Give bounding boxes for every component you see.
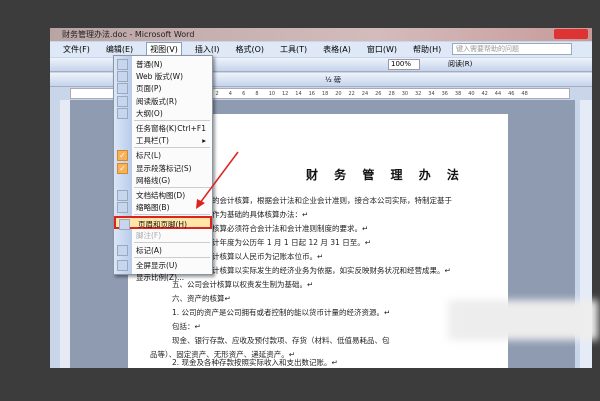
annotation-arrow xyxy=(196,151,239,209)
